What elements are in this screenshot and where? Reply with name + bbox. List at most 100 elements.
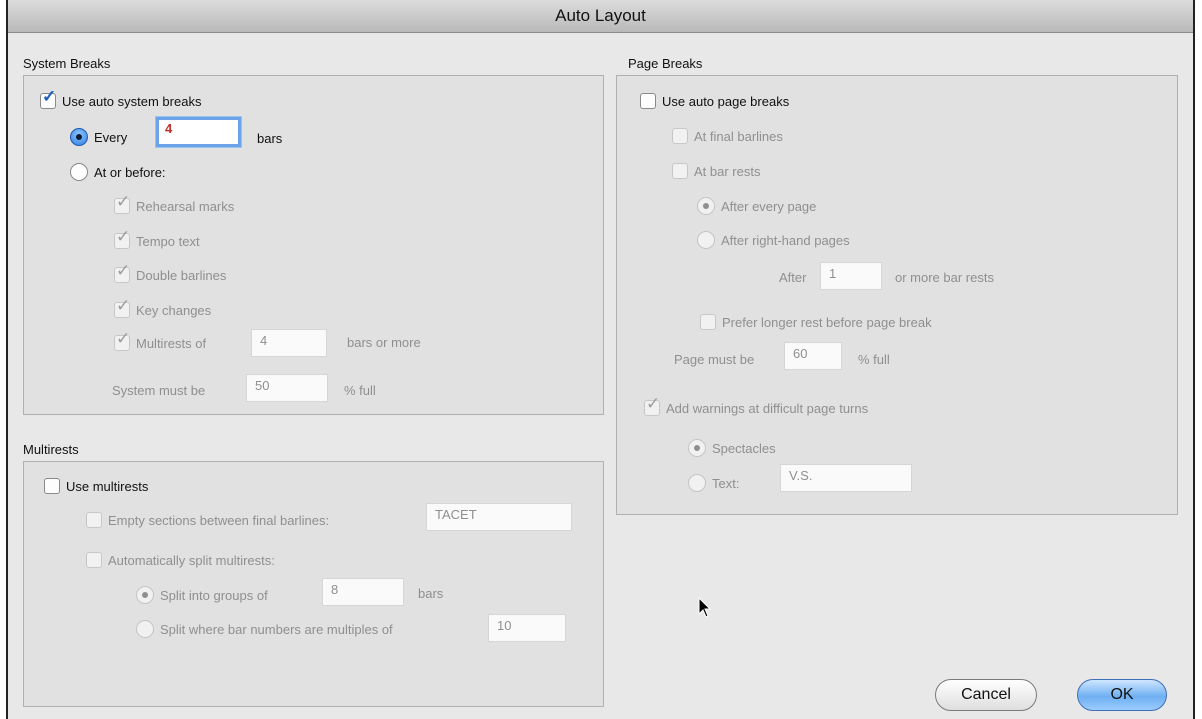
after-rests-suffix: or more bar rests (895, 270, 994, 285)
add-warnings-checkbox[interactable]: ✓ Add warnings at difficult page turns (644, 394, 869, 416)
after-right-hand-pages-radio[interactable]: After right-hand pages (697, 231, 850, 249)
add-warnings-label: Add warnings at difficult page turns (666, 400, 869, 416)
checkbox-box[interactable]: ✓ (114, 227, 130, 249)
multirests-of-suffix: bars or more (347, 335, 421, 350)
use-multirests-label: Use multirests (66, 478, 149, 494)
every-label: Every (94, 129, 128, 145)
checkbox-box[interactable] (86, 512, 102, 528)
at-bar-rests-checkbox[interactable]: At bar rests (672, 163, 760, 179)
radio-button[interactable] (688, 474, 706, 492)
auto-split-label: Automatically split multirests: (108, 552, 275, 568)
after-rests-label: After (779, 270, 807, 285)
warning-text-input[interactable]: V.S. (780, 464, 912, 492)
radio-button[interactable] (688, 439, 706, 457)
multirests-title: Multirests (23, 442, 79, 457)
every-bars-input[interactable]: 4 (156, 117, 241, 147)
use-multirests-checkbox[interactable]: Use multirests (44, 478, 148, 494)
checkmark-icon: ✓ (116, 329, 131, 348)
checkbox-box[interactable] (672, 128, 688, 144)
use-auto-system-breaks-checkbox[interactable]: ✓ Use auto system breaks (40, 87, 202, 109)
spectacles-label: Spectacles (712, 440, 776, 456)
checkmark-icon: ✓ (116, 192, 131, 211)
split-groups-radio[interactable]: Split into groups of (136, 586, 268, 604)
checkmark-icon: ✓ (42, 87, 57, 106)
checkmark-icon: ✓ (646, 394, 661, 413)
prefer-longer-rest-label: Prefer longer rest before page break (722, 314, 932, 330)
auto-split-checkbox[interactable]: Automatically split multirests: (86, 552, 275, 568)
split-groups-input[interactable]: 8 (322, 578, 404, 606)
at-bar-rests-label: At bar rests (694, 163, 761, 179)
at-or-before-label: At or before: (94, 164, 166, 180)
every-radio[interactable]: Every (70, 128, 127, 146)
radio-button[interactable] (136, 620, 154, 638)
cancel-button[interactable]: Cancel (935, 679, 1037, 711)
radio-button[interactable] (70, 163, 88, 181)
empty-sections-label: Empty sections between final barlines: (108, 512, 330, 528)
split-groups-suffix: bars (418, 586, 444, 601)
split-multiples-input[interactable]: 10 (488, 614, 566, 642)
checkbox-box[interactable] (640, 93, 656, 109)
rehearsal-marks-checkbox[interactable]: ✓ Rehearsal marks (114, 192, 235, 214)
split-multiples-label: Split where bar numbers are multiples of (160, 621, 393, 637)
after-every-page-radio[interactable]: After every page (697, 197, 816, 215)
checkbox-box[interactable]: ✓ (114, 329, 130, 351)
after-right-hand-pages-label: After right-hand pages (721, 232, 850, 248)
radio-button[interactable] (136, 586, 154, 604)
checkbox-box[interactable] (700, 314, 716, 330)
mouse-pointer-icon (698, 597, 712, 618)
system-must-be-suffix: % full (344, 383, 376, 398)
key-changes-checkbox[interactable]: ✓ Key changes (114, 296, 212, 318)
page-must-be-label: Page must be (674, 352, 755, 367)
checkbox-box[interactable]: ✓ (644, 394, 660, 416)
multirests-group (23, 461, 604, 707)
use-auto-system-breaks-label: Use auto system breaks (62, 93, 202, 109)
multirests-of-label: Multirests of (136, 335, 207, 351)
page-must-be-input[interactable]: 60 (784, 342, 842, 370)
spectacles-radio[interactable]: Spectacles (688, 439, 776, 457)
tempo-text-checkbox[interactable]: ✓ Tempo text (114, 227, 200, 249)
rehearsal-marks-label: Rehearsal marks (136, 198, 235, 214)
every-bars-suffix: bars (257, 131, 283, 146)
checkmark-icon: ✓ (116, 261, 131, 280)
radio-button[interactable] (70, 128, 88, 146)
split-multiples-radio[interactable]: Split where bar numbers are multiples of (136, 620, 393, 638)
checkbox-box[interactable]: ✓ (40, 87, 56, 109)
checkbox-box[interactable] (86, 552, 102, 568)
checkbox-box[interactable]: ✓ (114, 261, 130, 283)
key-changes-label: Key changes (136, 302, 212, 318)
multirests-of-checkbox[interactable]: ✓ Multirests of (114, 329, 207, 351)
after-every-page-label: After every page (721, 198, 817, 214)
prefer-longer-rest-checkbox[interactable]: Prefer longer rest before page break (700, 314, 932, 330)
ok-button[interactable]: OK (1077, 679, 1167, 711)
at-or-before-radio[interactable]: At or before: (70, 163, 166, 181)
window-title: Auto Layout (8, 0, 1193, 33)
radio-button[interactable] (697, 231, 715, 249)
checkbox-box[interactable] (44, 478, 60, 494)
split-groups-label: Split into groups of (160, 587, 268, 603)
system-must-be-input[interactable]: 50 (246, 374, 328, 402)
empty-sections-checkbox[interactable]: Empty sections between final barlines: (86, 512, 329, 528)
use-auto-page-breaks-label: Use auto page breaks (662, 93, 790, 109)
page-breaks-title: Page Breaks (628, 56, 703, 71)
at-final-barlines-checkbox[interactable]: At final barlines (672, 128, 783, 144)
text-label: Text: (712, 475, 740, 491)
auto-layout-dialog: Auto Layout System Breaks ✓ Use auto sys… (6, 0, 1195, 719)
checkbox-box[interactable]: ✓ (114, 192, 130, 214)
text-radio[interactable]: Text: (688, 474, 739, 492)
after-rests-input[interactable]: 1 (820, 262, 882, 290)
checkbox-box[interactable] (672, 163, 688, 179)
system-breaks-group (23, 75, 604, 415)
checkbox-box[interactable]: ✓ (114, 296, 130, 318)
double-barlines-label: Double barlines (136, 267, 227, 283)
system-breaks-title: System Breaks (23, 56, 111, 71)
checkmark-icon: ✓ (116, 227, 131, 246)
empty-sections-input[interactable]: TACET (426, 503, 572, 531)
use-auto-page-breaks-checkbox[interactable]: Use auto page breaks (640, 93, 789, 109)
multirests-of-input[interactable]: 4 (251, 329, 327, 357)
double-barlines-checkbox[interactable]: ✓ Double barlines (114, 261, 227, 283)
at-final-barlines-label: At final barlines (694, 128, 783, 144)
checkmark-icon: ✓ (116, 296, 131, 315)
radio-button[interactable] (697, 197, 715, 215)
tempo-text-label: Tempo text (136, 233, 200, 249)
page-must-be-suffix: % full (858, 352, 890, 367)
